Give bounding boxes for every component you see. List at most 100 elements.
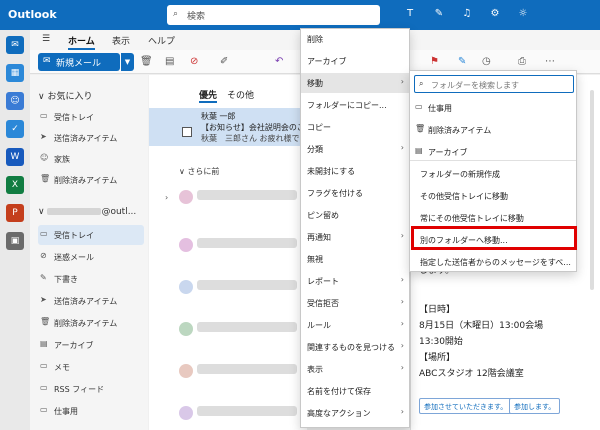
menu-report[interactable]: レポート ›	[301, 271, 409, 291]
folder-notes[interactable]: ▭ メモ	[38, 357, 144, 377]
bell-icon[interactable]: ♫	[460, 8, 474, 22]
message-checkbox[interactable]	[182, 127, 192, 137]
menu-archive[interactable]: アーカイブ	[301, 51, 409, 71]
new-mail-button[interactable]: ✉ 新規メール	[38, 53, 120, 71]
tab-other[interactable]: その他	[227, 88, 254, 101]
tab-help[interactable]: ヘルプ	[148, 34, 175, 47]
move-all-from-sender[interactable]: 指定した送信者からのメッセージをすべ...	[410, 251, 576, 271]
chevron-right-icon: ›	[400, 319, 404, 328]
scrollbar[interactable]	[590, 90, 594, 290]
body-line: ABCスタジオ 12階会議室	[419, 369, 524, 379]
tab-home[interactable]: ホーム	[68, 34, 95, 50]
trash-icon: 🗑	[415, 124, 426, 133]
search-input[interactable]: ⌕ 検索	[167, 5, 380, 25]
menu-pin[interactable]: ピン留め	[301, 205, 409, 225]
menu-copy-to-folder[interactable]: フォルダーにコピー...	[301, 95, 409, 115]
new-mail-label: 新規メール	[56, 59, 102, 69]
selected-message[interactable]: 秋葉 一郎 【お知らせ】会社説明会のご... 秋葉 三郎さん お疲れ様で	[149, 108, 312, 146]
tab-view[interactable]: 表示	[112, 34, 130, 47]
apps-icon[interactable]: ▣	[6, 232, 24, 250]
word-icon[interactable]: W	[6, 148, 24, 166]
calendar-icon[interactable]: ▦	[6, 64, 24, 82]
fav-inbox[interactable]: ▭ 受信トレイ	[38, 107, 144, 127]
app-rail: ✉ ▦ ☺ ✓ W X P ▣	[0, 30, 30, 430]
folder-inbox[interactable]: ▭ 受信トレイ	[38, 225, 144, 245]
menu-categorize[interactable]: 分類 ›	[301, 139, 409, 159]
menu-advanced[interactable]: 高度なアクション ›	[301, 403, 409, 423]
search-placeholder: 検索	[187, 12, 206, 22]
menu-snooze[interactable]: 再通知 ›	[301, 227, 409, 247]
folder-rss[interactable]: ▭ RSS フィード	[38, 379, 144, 399]
gear-icon[interactable]: ⚙	[488, 8, 502, 22]
mail-icon[interactable]: ✉	[6, 36, 24, 54]
chevron-right-icon: ›	[400, 231, 404, 240]
move-to-archive[interactable]: ▤ アーカイブ	[410, 141, 576, 161]
account-header[interactable]: ∨ @outl...	[38, 207, 136, 217]
pin-icon[interactable]: ✎	[458, 56, 470, 68]
delete-icon[interactable]: 🗑	[140, 56, 153, 68]
menu-rules[interactable]: ルール ›	[301, 315, 409, 335]
menu-ignore[interactable]: 無視	[301, 249, 409, 269]
excel-icon[interactable]: X	[6, 176, 24, 194]
folder-sent[interactable]: ➤ 送信済みアイテム	[38, 291, 144, 311]
hamburger-icon[interactable]: ☰	[42, 34, 50, 44]
menu-flag[interactable]: フラグを付ける	[301, 183, 409, 203]
fav-deleted[interactable]: 🗑 削除済みアイテム	[38, 170, 144, 190]
menu-save-as[interactable]: 名前を付けて保存	[301, 381, 409, 401]
menu-copy[interactable]: コピー	[301, 117, 409, 137]
expand-chevron-icon[interactable]: ›	[165, 193, 168, 202]
menu-delete[interactable]: 削除	[301, 29, 409, 49]
report-icon[interactable]: ⊘	[190, 56, 202, 68]
avatar	[179, 322, 193, 336]
fav-family[interactable]: ☺ 家族	[38, 149, 144, 169]
print-icon[interactable]: ⎙	[518, 56, 530, 68]
folder-deleted[interactable]: 🗑 削除済みアイテム	[38, 313, 144, 333]
join-button[interactable]: 参加します。	[509, 398, 561, 414]
folder-search-input[interactable]: ⌕ フォルダーを検索します	[414, 75, 574, 93]
list-item[interactable]	[197, 364, 297, 374]
new-mail-dropdown[interactable]: ▼	[121, 53, 134, 71]
menu-view[interactable]: 表示 ›	[301, 359, 409, 379]
lightbulb-icon[interactable]: ☼	[516, 8, 530, 22]
list-item[interactable]	[197, 322, 297, 332]
todo-check-icon[interactable]: ✓	[6, 120, 24, 138]
folder-drafts[interactable]: ✎ 下書き	[38, 269, 144, 289]
message-sender: 秋葉 一郎	[201, 112, 236, 121]
list-item[interactable]	[197, 190, 297, 200]
move-to-deleted[interactable]: 🗑 削除済みアイテム	[410, 119, 576, 139]
teams-icon[interactable]: T	[403, 8, 417, 22]
list-item[interactable]	[197, 406, 297, 416]
flag-icon[interactable]: ⚑	[430, 56, 442, 68]
folder-work[interactable]: ▭ 仕事用	[38, 401, 144, 421]
note-icon: ▭	[40, 361, 48, 370]
menu-move[interactable]: 移動 ›	[301, 73, 409, 93]
powerpoint-icon[interactable]: P	[6, 204, 24, 222]
group-header[interactable]: ∨ さらに前	[179, 166, 219, 177]
junk-icon: ⊘	[40, 251, 47, 260]
new-folder-item[interactable]: フォルダーの新規作成	[410, 163, 576, 183]
favorites-header[interactable]: ∨ お気に入り	[38, 89, 92, 102]
folder-junk[interactable]: ⊘ 迷惑メール	[38, 247, 144, 267]
menu-find-related[interactable]: 関連するものを見つける ›	[301, 337, 409, 357]
always-move-other-inbox[interactable]: 常にその他受信トレイに移動	[410, 207, 576, 227]
list-item[interactable]	[197, 280, 297, 290]
move-to-work[interactable]: ▭ 仕事用	[410, 97, 576, 117]
menu-mark-unread[interactable]: 未開封にする	[301, 161, 409, 181]
folder-archive[interactable]: ▤ アーカイブ	[38, 335, 144, 355]
more-icon[interactable]: ⋯	[545, 56, 557, 68]
todo-icon[interactable]: ✎	[432, 8, 446, 22]
snooze-icon[interactable]: ◷	[482, 56, 494, 68]
archive-icon[interactable]: ▤	[165, 56, 177, 68]
move-to-other-inbox[interactable]: その他受信トレイに移動	[410, 185, 576, 205]
attend-button[interactable]: 参加させていただきます。	[419, 398, 513, 414]
reply-icon[interactable]: ↶	[275, 56, 287, 68]
tab-focused[interactable]: 優先	[199, 88, 218, 103]
fav-sent[interactable]: ➤ 送信済みアイテム	[38, 128, 144, 148]
body-line: 13:30開始	[419, 337, 463, 347]
people-icon[interactable]: ☺	[6, 92, 24, 110]
trash-icon: 🗑	[40, 317, 51, 326]
list-item[interactable]	[197, 238, 297, 248]
sweep-icon[interactable]: ✐	[220, 56, 232, 68]
menu-block[interactable]: 受信拒否 ›	[301, 293, 409, 313]
message-list: 優先 その他 秋葉 一郎 【お知らせ】会社説明会のご... 秋葉 三郎さん お疲…	[149, 75, 312, 430]
